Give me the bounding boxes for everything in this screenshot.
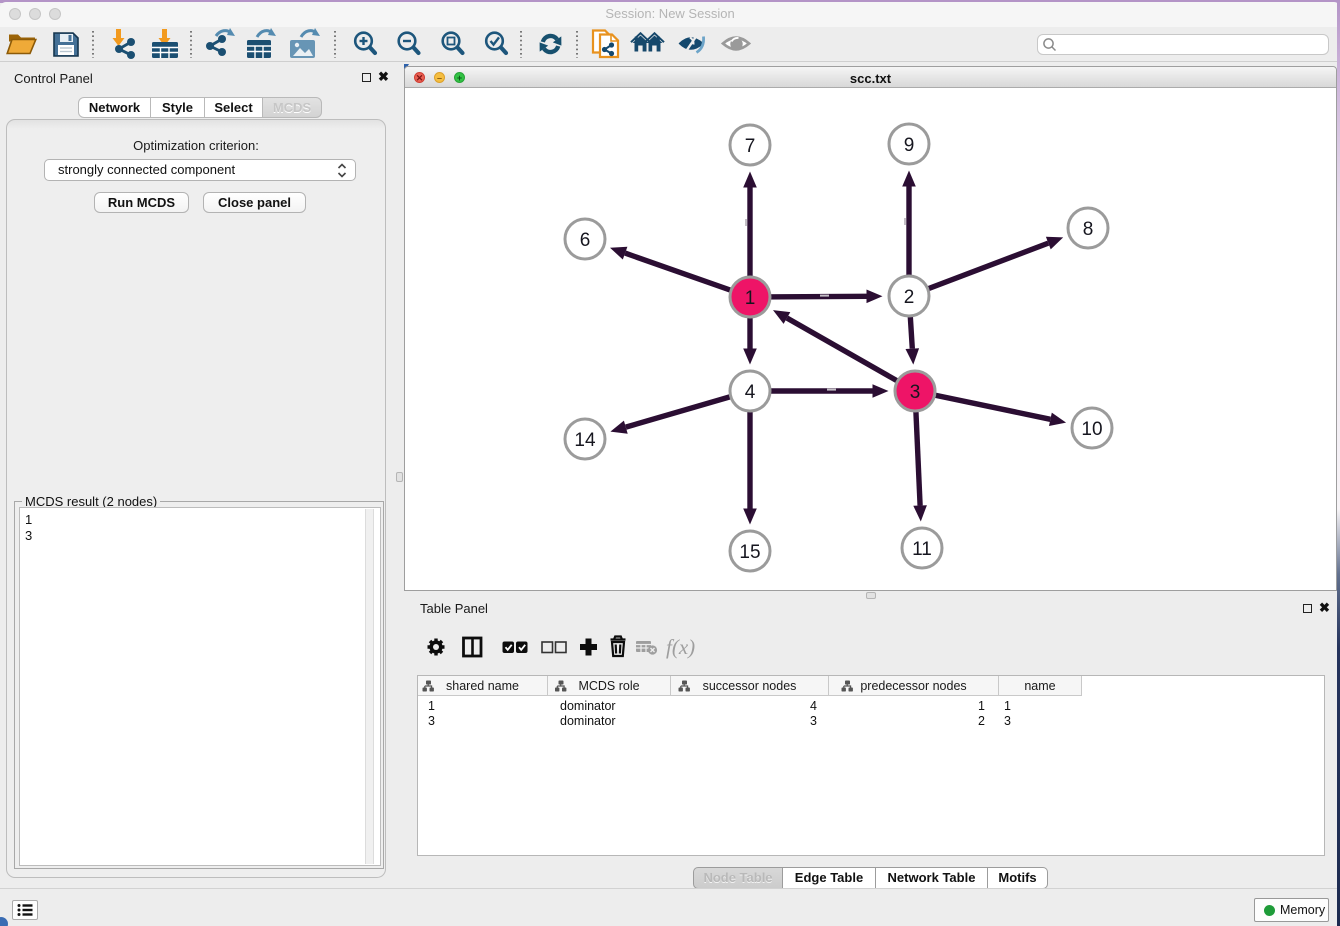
svg-text:11: 11 bbox=[912, 539, 932, 560]
svg-text:9: 9 bbox=[904, 135, 915, 156]
svg-text:3: 3 bbox=[910, 382, 921, 403]
svg-text:10: 10 bbox=[1081, 419, 1102, 440]
svg-text:15: 15 bbox=[739, 542, 760, 563]
svg-text:8: 8 bbox=[1083, 219, 1094, 240]
svg-text:2: 2 bbox=[904, 287, 915, 308]
svg-text:4: 4 bbox=[745, 382, 756, 403]
svg-text:f(x): f(x) bbox=[666, 635, 695, 659]
svg-text:7: 7 bbox=[745, 136, 756, 157]
svg-text:14: 14 bbox=[574, 430, 596, 451]
svg-text:6: 6 bbox=[580, 230, 591, 251]
svg-text:1: 1 bbox=[745, 288, 756, 309]
